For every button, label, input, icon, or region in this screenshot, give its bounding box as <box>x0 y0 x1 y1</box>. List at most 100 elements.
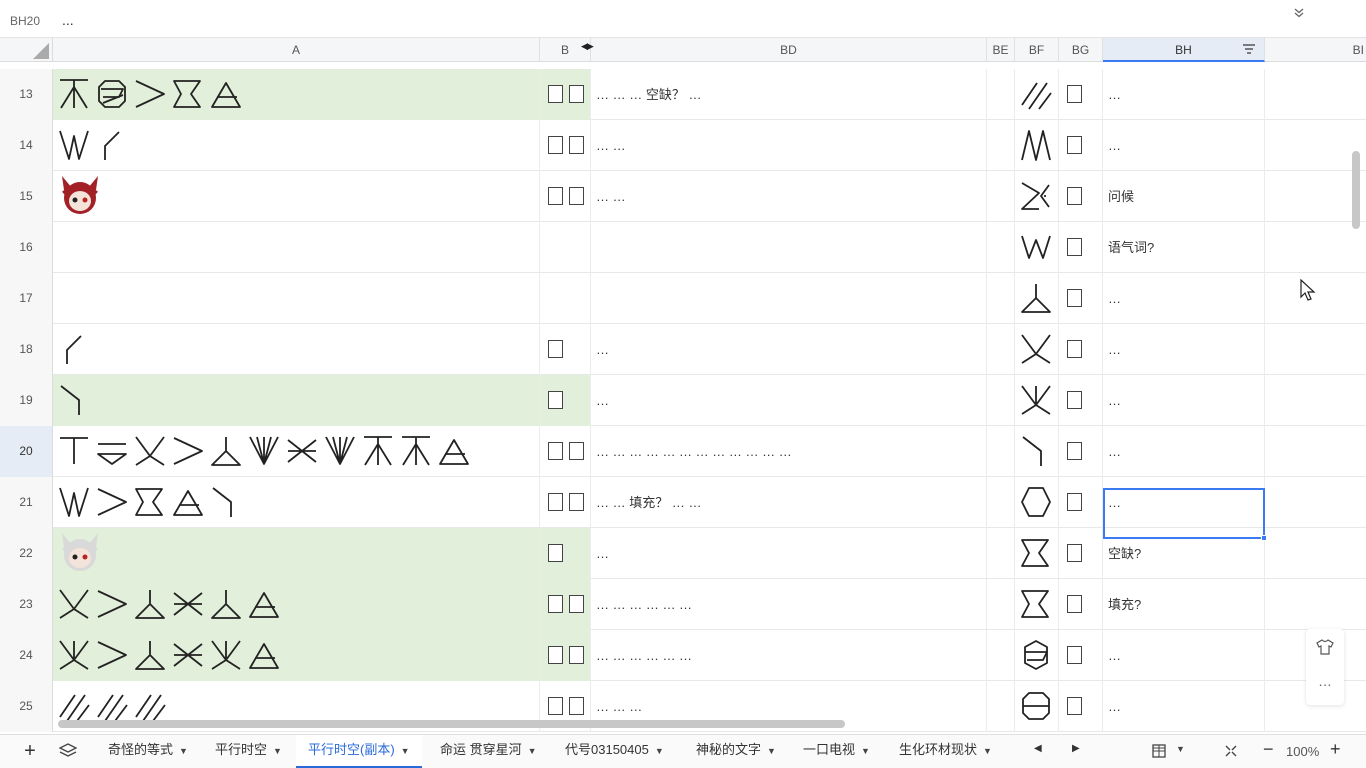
column-header-a[interactable]: A <box>53 38 540 62</box>
row-header[interactable]: 25 <box>0 681 53 732</box>
cell-bf[interactable] <box>1015 681 1059 732</box>
chevron-down-icon[interactable]: ▼ <box>861 746 870 756</box>
cell-be[interactable] <box>987 375 1015 426</box>
cell-bg[interactable] <box>1059 222 1103 273</box>
cell-bh[interactable]: 语气词? <box>1103 222 1265 273</box>
cell-bi[interactable] <box>1265 324 1366 375</box>
cell-bh[interactable]: 空缺? <box>1103 528 1265 579</box>
cell-bd[interactable]: … … … … … … <box>591 579 987 630</box>
sheet-tab[interactable]: 代号03150405 ▼ <box>565 735 664 768</box>
row-header[interactable]: 13 <box>0 69 53 120</box>
cell-bf[interactable] <box>1015 630 1059 681</box>
chevron-down-icon[interactable]: ▼ <box>983 746 992 756</box>
cell-a[interactable] <box>53 426 540 477</box>
cell-be[interactable] <box>987 324 1015 375</box>
column-header-bd[interactable]: BD <box>591 38 987 62</box>
cell-b[interactable] <box>540 375 591 426</box>
cell-bg[interactable] <box>1059 69 1103 120</box>
cell-bi[interactable] <box>1265 375 1366 426</box>
sheet-tab[interactable]: 神秘的文字 ▼ <box>696 735 776 768</box>
row-header[interactable]: 17 <box>0 273 53 324</box>
cell-bf[interactable] <box>1015 69 1059 120</box>
cell-bg[interactable] <box>1059 630 1103 681</box>
cell-b[interactable] <box>540 222 591 273</box>
chevron-double-down-icon[interactable] <box>1291 6 1307 20</box>
cell-a[interactable] <box>53 375 540 426</box>
cell-bh[interactable]: … <box>1103 324 1265 375</box>
row-header[interactable]: 14 <box>0 120 53 171</box>
cell-bg[interactable] <box>1059 579 1103 630</box>
cell-bg[interactable] <box>1059 375 1103 426</box>
row-header[interactable]: 19 <box>0 375 53 426</box>
cell-bd[interactable]: … … … … … … … … … … … … <box>591 426 987 477</box>
horizontal-scrollbar[interactable] <box>58 720 845 728</box>
cell-bh[interactable]: … <box>1103 375 1265 426</box>
cell-bf[interactable] <box>1015 375 1059 426</box>
cell-bf[interactable] <box>1015 528 1059 579</box>
cell-b[interactable] <box>540 273 591 324</box>
row-header[interactable]: 22 <box>0 528 53 579</box>
cell-bg[interactable] <box>1059 426 1103 477</box>
sheet-tab[interactable]: 一口电视 ▼ <box>803 735 870 768</box>
cell-bh[interactable]: … <box>1103 681 1265 732</box>
cell-a[interactable] <box>53 579 540 630</box>
freeze-icon[interactable] <box>1224 744 1238 758</box>
row-header[interactable]: 24 <box>0 630 53 681</box>
column-header-bh[interactable]: BH <box>1103 38 1265 62</box>
cell-b[interactable] <box>540 630 591 681</box>
cell-bd[interactable] <box>591 222 987 273</box>
cell-bf[interactable] <box>1015 222 1059 273</box>
cell-bg[interactable] <box>1059 120 1103 171</box>
cell-bi[interactable] <box>1265 120 1366 171</box>
cell-be[interactable] <box>987 579 1015 630</box>
more-options-button[interactable]: … <box>1306 673 1344 689</box>
cell-a[interactable] <box>53 171 540 222</box>
row-header[interactable]: 23 <box>0 579 53 630</box>
column-header-bg[interactable]: BG <box>1059 38 1103 62</box>
cell-b[interactable] <box>540 426 591 477</box>
cell-bf[interactable] <box>1015 171 1059 222</box>
cell-bi[interactable] <box>1265 528 1366 579</box>
column-header-bf[interactable]: BF <box>1015 38 1059 62</box>
cell-b[interactable] <box>540 120 591 171</box>
cell-bh[interactable]: … <box>1103 426 1265 477</box>
sheet-tab[interactable]: 平行时空 ▼ <box>215 735 282 768</box>
sheet-tab[interactable]: 奇怪的等式 ▼ <box>108 735 188 768</box>
cell-bf[interactable] <box>1015 273 1059 324</box>
sheet-tab[interactable]: 生化环材现状 ▼ <box>899 735 992 768</box>
formula-input[interactable]: ... <box>62 12 74 28</box>
cell-bd[interactable]: … … <box>591 120 987 171</box>
cell-b[interactable] <box>540 324 591 375</box>
row-header[interactable]: 16 <box>0 222 53 273</box>
sheet-tab[interactable]: 命运 贯穿星河 ▼ <box>440 735 537 768</box>
chevron-down-icon[interactable]: ▼ <box>655 746 664 756</box>
cell-bd[interactable]: … … 填充？ … … <box>591 477 987 528</box>
tab-scroll-left-icon[interactable]: ◀ <box>1034 743 1042 754</box>
cell-a[interactable] <box>53 630 540 681</box>
cell-be[interactable] <box>987 69 1015 120</box>
cell-bg[interactable] <box>1059 273 1103 324</box>
cell-a[interactable] <box>53 69 540 120</box>
cell-bg[interactable] <box>1059 171 1103 222</box>
cell-be[interactable] <box>987 171 1015 222</box>
cell-bh[interactable]: … <box>1103 273 1265 324</box>
cell-bd[interactable] <box>591 273 987 324</box>
row-header[interactable]: 21 <box>0 477 53 528</box>
cell-bg[interactable] <box>1059 324 1103 375</box>
shirt-icon[interactable] <box>1316 639 1334 655</box>
cell-be[interactable] <box>987 120 1015 171</box>
chevron-down-icon[interactable]: ▼ <box>767 746 776 756</box>
cell-be[interactable] <box>987 222 1015 273</box>
cell-bg[interactable] <box>1059 681 1103 732</box>
row-header[interactable]: 20 <box>0 426 53 477</box>
zoom-in-button[interactable]: + <box>1330 739 1341 760</box>
cell-a[interactable] <box>53 528 540 579</box>
cell-bf[interactable] <box>1015 477 1059 528</box>
cell-bh[interactable]: … <box>1103 630 1265 681</box>
filter-icon[interactable] <box>1242 43 1256 55</box>
cell-a[interactable] <box>53 477 540 528</box>
cell-bh[interactable]: … <box>1103 69 1265 120</box>
cell-bh[interactable]: 填充? <box>1103 579 1265 630</box>
chevron-down-icon[interactable]: ▼ <box>273 746 282 756</box>
cell-b[interactable] <box>540 477 591 528</box>
